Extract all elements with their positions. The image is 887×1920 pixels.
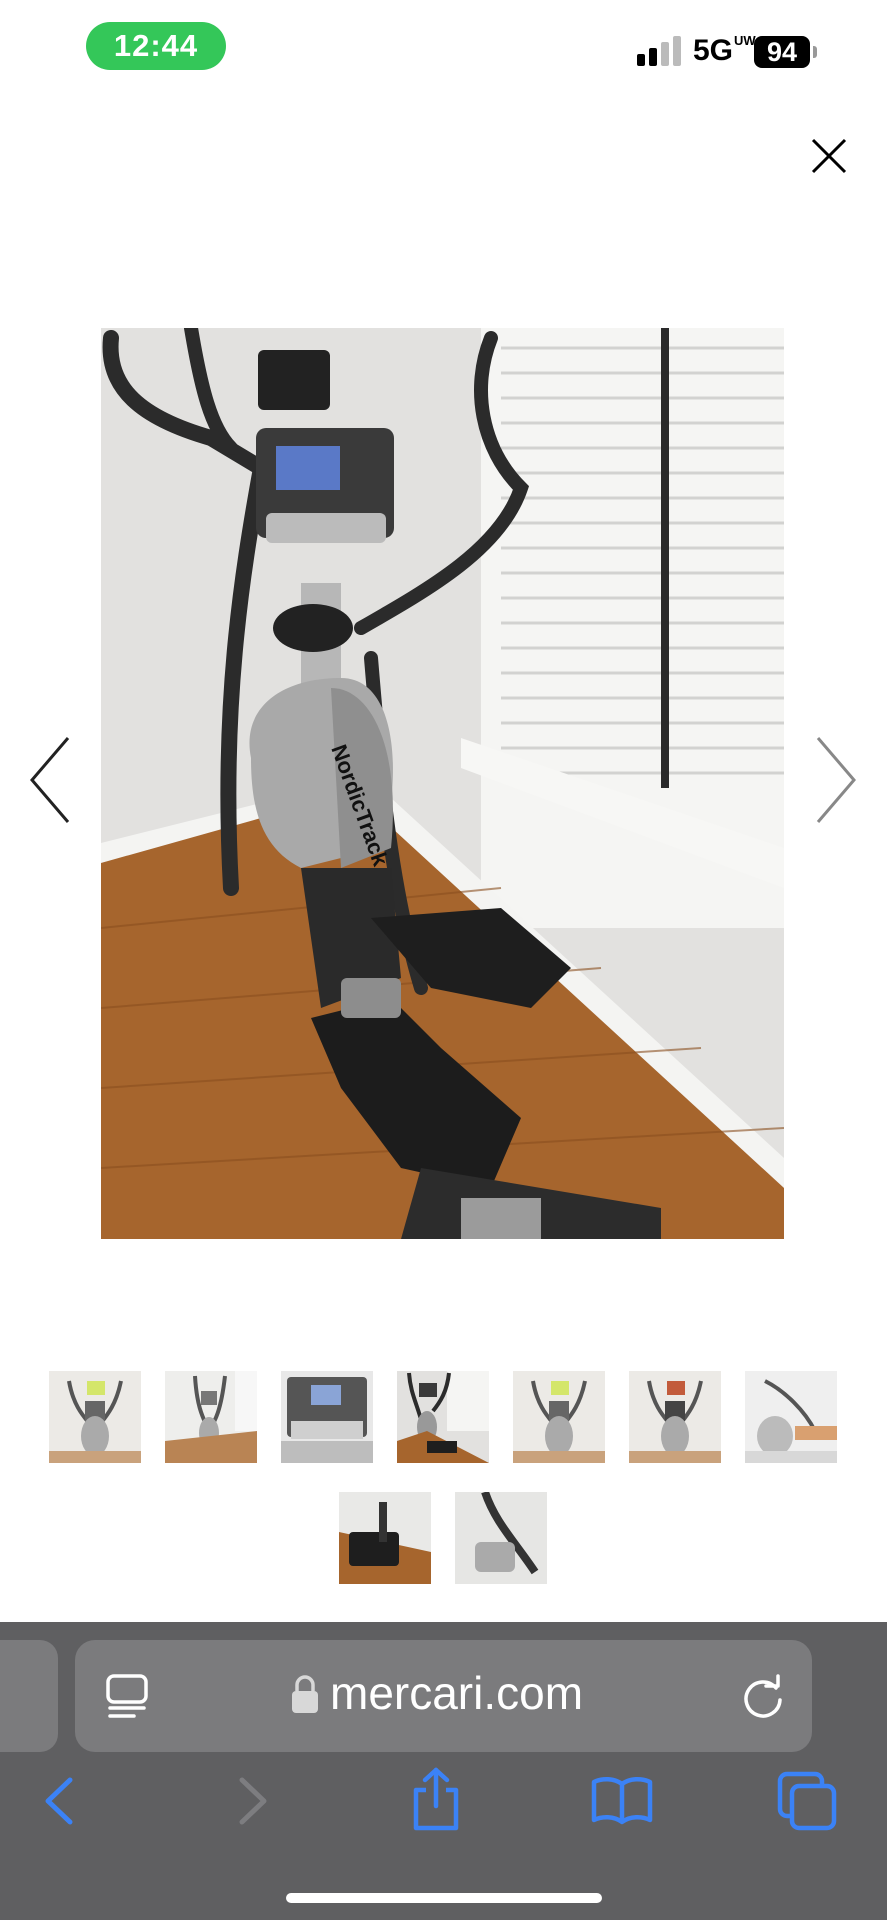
previous-tab-preview[interactable]	[0, 1640, 58, 1752]
signal-icon	[637, 36, 683, 66]
chevron-left-icon	[30, 737, 70, 823]
thumbnail-1[interactable]	[49, 1371, 141, 1463]
thumbnail-2[interactable]	[165, 1371, 257, 1463]
battery-tip	[813, 46, 817, 58]
home-indicator	[286, 1893, 602, 1903]
battery-indicator: 94	[754, 36, 810, 68]
thumbnail-7[interactable]	[745, 1371, 837, 1463]
network-label: 5GUW	[693, 33, 756, 67]
tabs-icon[interactable]	[776, 1770, 838, 1832]
bookmarks-icon[interactable]	[590, 1774, 654, 1826]
share-icon[interactable]	[408, 1766, 464, 1832]
next-image-button[interactable]	[810, 730, 860, 830]
chevron-right-icon	[816, 737, 856, 823]
lock-icon	[292, 1675, 318, 1713]
thumbnail-6[interactable]	[629, 1371, 721, 1463]
thumbnail-5[interactable]	[513, 1371, 605, 1463]
status-time: 12:44	[86, 22, 226, 70]
main-product-image: NordicTrack	[101, 328, 784, 1239]
reader-icon[interactable]	[104, 1672, 150, 1720]
url-text[interactable]: mercari.com	[330, 1666, 583, 1720]
thumbnail-3[interactable]	[281, 1371, 373, 1463]
thumbnail-9[interactable]	[455, 1492, 547, 1584]
close-icon	[811, 138, 847, 174]
thumbnail-8[interactable]	[339, 1492, 431, 1584]
previous-image-button[interactable]	[26, 730, 76, 830]
thumbnail-4-selected[interactable]	[397, 1371, 489, 1463]
forward-icon[interactable]	[232, 1776, 272, 1826]
back-icon[interactable]	[40, 1776, 80, 1826]
reload-icon[interactable]	[740, 1674, 786, 1720]
close-button[interactable]	[805, 132, 853, 180]
